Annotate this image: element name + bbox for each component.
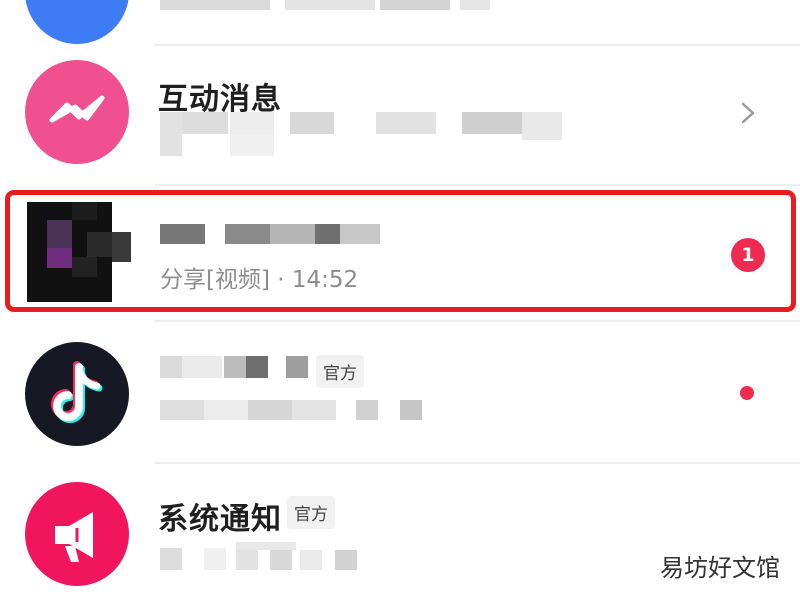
conversation-title: 系统通知: [158, 502, 282, 537]
pixelated-name: [286, 356, 308, 378]
pixelated-preview: [270, 550, 292, 570]
official-badge: 官方: [287, 496, 335, 529]
pixelated-preview: [400, 400, 422, 420]
pixelated-name: [246, 356, 268, 378]
pixelated-preview: [160, 112, 182, 156]
tiktok-avatar: [25, 342, 129, 446]
watermark: 易坊好文馆: [656, 547, 784, 584]
pixelated-preview: [248, 400, 292, 420]
pixelated-name: [224, 356, 246, 378]
pixelated-preview: [230, 112, 274, 134]
highlight-frame: [5, 190, 796, 312]
pixelated-preview: [160, 548, 182, 570]
interactions-avatar: [25, 60, 129, 164]
pixelated-preview: [182, 112, 228, 134]
official-badge: 官方: [316, 355, 364, 388]
pixelated-name: [160, 356, 182, 378]
pixelated-preview: [236, 542, 296, 550]
pixelated-preview: [204, 548, 226, 570]
avatar: [25, 0, 129, 44]
pixelated-text: [460, 0, 490, 10]
chevron-right-icon[interactable]: [738, 102, 758, 124]
divider: [155, 184, 800, 186]
pixelated-text: [380, 0, 450, 10]
conversation-item[interactable]: [0, 0, 800, 44]
pixelated-text: [160, 0, 270, 10]
pixelated-name: [182, 356, 222, 378]
tiktok-note-icon: [51, 361, 103, 423]
pixelated-preview: [462, 112, 522, 134]
conversation-item-official[interactable]: 官方: [0, 322, 800, 462]
activity-wave-icon: [49, 95, 105, 123]
pixelated-preview: [335, 550, 357, 570]
megaphone-icon: [55, 512, 93, 562]
pixelated-preview: [160, 400, 204, 420]
unread-dot: [740, 386, 754, 400]
pixelated-preview: [290, 112, 334, 134]
pixelated-preview: [204, 400, 248, 420]
system-notification-avatar: [25, 482, 129, 586]
pixelated-preview: [300, 550, 322, 570]
pixelated-preview: [376, 112, 436, 134]
conversation-item-interactions[interactable]: 互动消息: [0, 46, 800, 184]
pixelated-preview: [356, 400, 378, 420]
pixelated-preview: [522, 112, 562, 140]
pixelated-preview: [236, 550, 258, 570]
pixelated-preview: [230, 134, 274, 156]
pixelated-preview: [292, 400, 336, 420]
pixelated-text: [285, 0, 375, 10]
conversation-item-system-notifications[interactable]: 系统通知 官方 易坊好文馆: [0, 464, 800, 600]
